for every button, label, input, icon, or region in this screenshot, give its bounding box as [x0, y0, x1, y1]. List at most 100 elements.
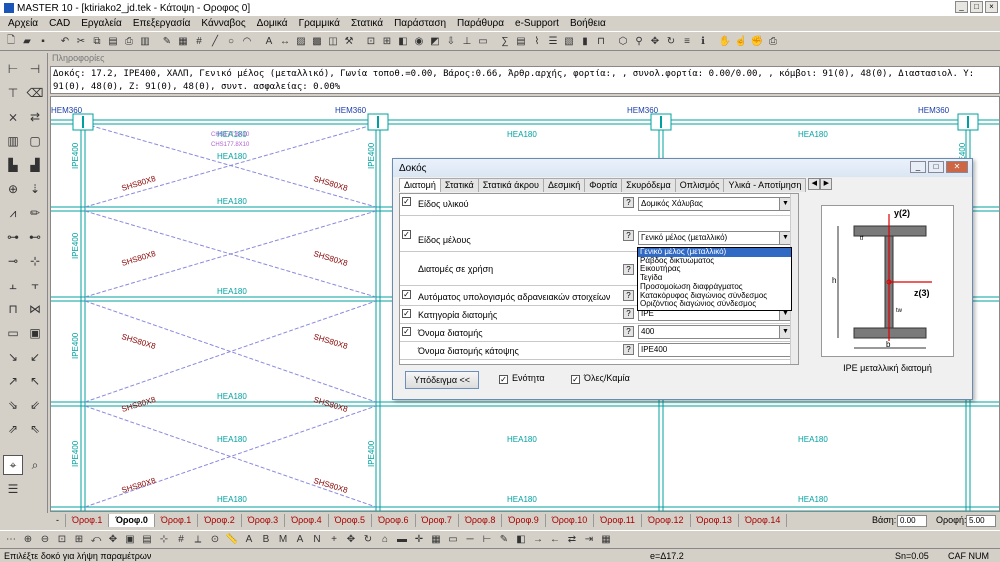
maximize-button[interactable]: □ — [970, 1, 983, 13]
row-checkbox[interactable]: ✓ — [402, 290, 411, 299]
table-icon[interactable]: ▦ — [599, 532, 613, 546]
arrow-left-icon[interactable]: ← — [548, 532, 562, 546]
pencil-icon[interactable]: ✏ — [25, 203, 45, 223]
text-n-icon[interactable]: Ν — [310, 532, 324, 546]
text-a-icon[interactable]: A — [242, 532, 256, 546]
undo-icon[interactable]: ↶ — [58, 34, 72, 48]
dimension-icon[interactable]: ↔ — [278, 34, 292, 48]
row-checkbox[interactable]: ✓ — [402, 197, 411, 206]
tab-static[interactable]: Στατικά — [439, 178, 479, 192]
hand-icon[interactable]: ✋ — [718, 34, 732, 48]
help-icon[interactable]: ? — [623, 344, 634, 355]
screen-icon[interactable]: ▣ — [25, 323, 45, 343]
help-icon[interactable]: ? — [623, 264, 634, 275]
row-checkbox[interactable]: ✓ — [402, 230, 411, 239]
menu-grid[interactable]: Κάνναβος — [201, 18, 245, 29]
stair-tool-icon[interactable]: ▟ — [25, 155, 45, 175]
crosshair-icon[interactable]: ✛ — [412, 532, 426, 546]
layers-view-icon[interactable]: ▤ — [140, 532, 154, 546]
weld-tool-icon[interactable]: ⊷ — [25, 227, 45, 247]
tab-loads[interactable]: Φορτία — [584, 178, 623, 192]
rect-icon[interactable]: ▭ — [446, 532, 460, 546]
eraser-icon[interactable]: ⌫ — [25, 83, 45, 103]
measure-icon[interactable]: 📏 — [225, 532, 239, 546]
help-icon[interactable]: ? — [623, 290, 634, 301]
arrow3-tool-icon[interactable]: ↗ — [3, 371, 23, 391]
move-icon[interactable]: ✥ — [344, 532, 358, 546]
column-icon[interactable]: ▮ — [578, 34, 592, 48]
arrow-tool-icon[interactable]: ↘ — [3, 347, 23, 367]
menu-cad[interactable]: CAD — [49, 18, 70, 29]
ortho-view-icon[interactable]: ⟂ — [191, 532, 205, 546]
footing-tool-icon[interactable]: ▙ — [3, 155, 23, 175]
node-icon[interactable]: ◉ — [412, 34, 426, 48]
ruler-icon[interactable]: ▬ — [395, 532, 409, 546]
roof-input[interactable]: 5.00 — [966, 515, 996, 527]
paste-icon[interactable]: ▤ — [106, 34, 120, 48]
layer-icon[interactable]: ▦ — [176, 34, 190, 48]
purlin-tool-icon[interactable]: ⫠ — [3, 275, 23, 295]
floor-tab-active[interactable]: Όροφ.0 — [109, 514, 155, 527]
floor-tab[interactable]: Όροφ.14 — [739, 514, 788, 527]
opening-tool-icon[interactable]: ▢ — [25, 131, 45, 151]
report-icon[interactable]: ☰ — [546, 34, 560, 48]
menu-view[interactable]: Παράσταση — [394, 18, 446, 29]
floor-tab[interactable]: Όροφ.10 — [546, 514, 595, 527]
pan-view-icon[interactable]: ✥ — [106, 532, 120, 546]
view-3d-icon[interactable]: ⬡ — [616, 34, 630, 48]
link-tool-icon[interactable]: ⇄ — [25, 107, 45, 127]
grid-icon[interactable]: # — [192, 34, 206, 48]
minimize-button[interactable]: _ — [955, 1, 968, 13]
help-icon[interactable]: ? — [623, 230, 634, 241]
wall-tool-icon[interactable]: ▥ — [3, 131, 23, 151]
floor-tab[interactable]: Όροφ.12 — [642, 514, 691, 527]
printer-icon[interactable]: ⎙ — [766, 34, 780, 48]
hand2-icon[interactable]: ☝ — [734, 34, 748, 48]
help-icon[interactable]: ? — [623, 308, 634, 319]
diagram-icon[interactable]: ⌇ — [530, 34, 544, 48]
support-icon[interactable]: ⊥ — [460, 34, 474, 48]
unit-checkbox[interactable]: ✓ — [499, 375, 508, 384]
mouse-icon[interactable]: ⌂ — [378, 532, 392, 546]
example-button[interactable]: Υπόδειγμα << — [405, 371, 479, 389]
save-icon[interactable]: ▪ — [36, 34, 50, 48]
polar-icon[interactable]: ⊙ — [208, 532, 222, 546]
tab-section[interactable]: Διατομή — [399, 178, 441, 192]
plus-icon[interactable]: + — [327, 532, 341, 546]
dropdown-option[interactable]: Εικουτήρας — [638, 265, 791, 274]
dropdown-option[interactable]: Γενικό μέλος (μεταλλικό) — [638, 248, 791, 257]
text-m-icon[interactable]: M — [276, 532, 290, 546]
tab-rebar[interactable]: Οπλισμός — [674, 178, 725, 192]
tab-scroll-left-icon[interactable]: ◀ — [808, 178, 821, 190]
floor-tab[interactable]: Όροφ.3 — [242, 514, 286, 527]
member-icon[interactable]: ◩ — [428, 34, 442, 48]
drawing-icon[interactable]: ▧ — [562, 34, 576, 48]
end-icon[interactable]: ⇥ — [582, 532, 596, 546]
dropdown-option[interactable]: Τεγίδα — [638, 274, 791, 283]
hatch-view-icon[interactable]: ▦ — [429, 532, 443, 546]
menu-help[interactable]: Βοήθεια — [570, 18, 606, 29]
load-tool-icon[interactable]: ⇣ — [25, 179, 45, 199]
pen-icon[interactable]: ✎ — [160, 34, 174, 48]
select-icon[interactable]: ▣ — [123, 532, 137, 546]
text-b-icon[interactable]: B — [259, 532, 273, 546]
redraw-icon[interactable]: ↻ — [664, 34, 678, 48]
menu-windows[interactable]: Παράθυρα — [457, 18, 504, 29]
joint-tool-icon[interactable]: ⋈ — [25, 299, 45, 319]
help-icon[interactable]: ? — [623, 326, 634, 337]
slab-tool-icon[interactable]: ⊤ — [3, 83, 23, 103]
bolt-tool-icon[interactable]: ⊸ — [3, 251, 23, 271]
floor-tab[interactable]: Όροφ.9 — [502, 514, 546, 527]
zoom-window-icon[interactable]: ⊡ — [55, 532, 69, 546]
beam-view-icon[interactable]: ⊢ — [480, 532, 494, 546]
calc-icon[interactable]: ∑ — [498, 34, 512, 48]
dash-icon[interactable]: ⋯ — [4, 532, 18, 546]
arrow-right-icon[interactable]: → — [531, 532, 545, 546]
plate-tool-icon[interactable]: ⊹ — [25, 251, 45, 271]
floor-tab[interactable]: Όροφ.2 — [198, 514, 242, 527]
floor-tab-first[interactable]: - — [50, 514, 66, 527]
dropdown-option[interactable]: Οριζόντιος διαγώνιος σύνδεσμος — [638, 300, 791, 309]
menu-tools[interactable]: Εργαλεία — [81, 18, 122, 29]
menu-files[interactable]: Αρχεία — [8, 18, 38, 29]
block-icon[interactable]: ◫ — [326, 34, 340, 48]
